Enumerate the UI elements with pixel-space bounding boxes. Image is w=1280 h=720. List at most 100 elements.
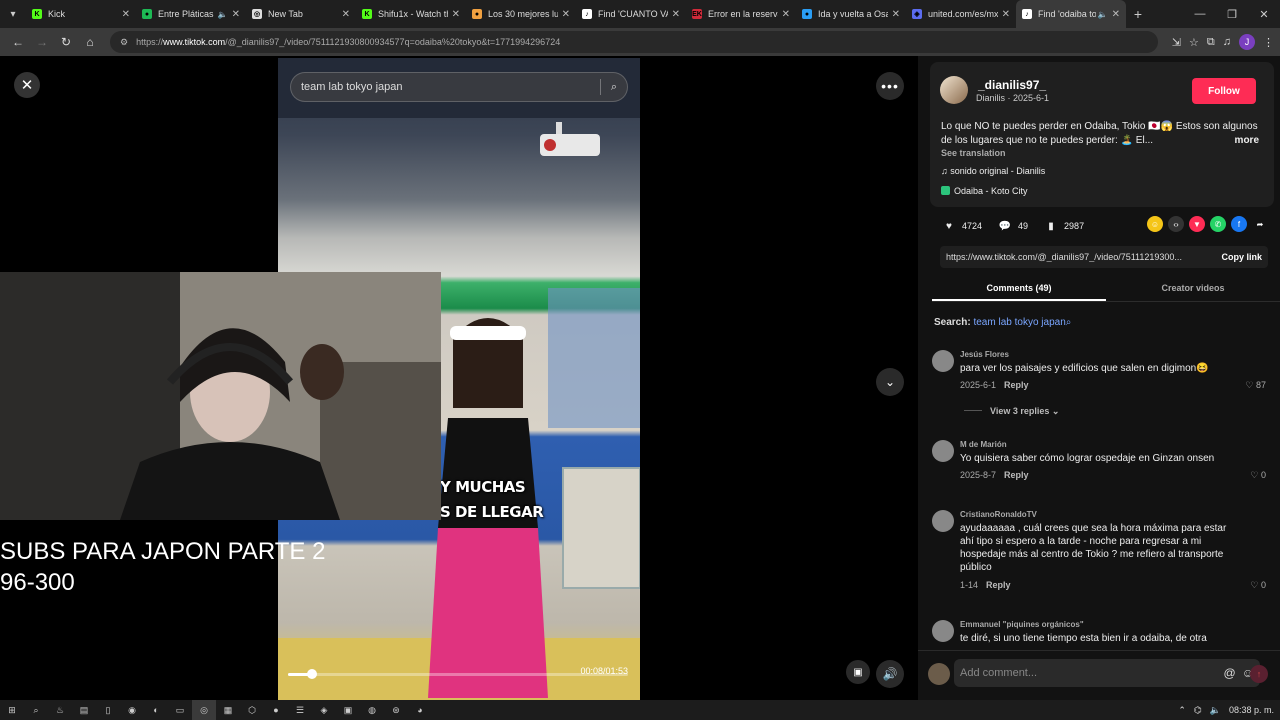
commenter-avatar[interactable]: [932, 350, 954, 372]
forward-button[interactable]: →: [30, 30, 54, 54]
search-icon[interactable]: ⌕: [611, 81, 617, 94]
new-tab-button[interactable]: +: [1126, 6, 1150, 22]
chrome-icon[interactable]: ◎: [192, 700, 216, 720]
close-tab-icon[interactable]: ✕: [342, 9, 350, 20]
close-tab-icon[interactable]: ✕: [892, 9, 900, 20]
creator-avatar[interactable]: [940, 76, 968, 104]
profile-avatar[interactable]: J: [1239, 34, 1255, 50]
seek-handle[interactable]: [306, 669, 317, 679]
extensions-icon[interactable]: ⧉: [1207, 36, 1215, 49]
follow-button[interactable]: Follow: [1192, 78, 1256, 104]
whatsapp-icon[interactable]: ✆: [1210, 216, 1226, 232]
tray-chevron-icon[interactable]: ⌃: [1178, 705, 1186, 716]
app-icon[interactable]: ◕: [408, 700, 432, 720]
post-comment-button[interactable]: ↑: [1250, 665, 1268, 683]
mention-icon[interactable]: @: [1224, 666, 1236, 680]
app-icon[interactable]: ▤: [72, 700, 96, 720]
repost-icon[interactable]: ☺: [1147, 216, 1163, 232]
copy-link-button[interactable]: Copy link: [1221, 252, 1262, 262]
reload-button[interactable]: ↻: [54, 30, 78, 54]
app-icon[interactable]: ⬡: [240, 700, 264, 720]
start-icon[interactable]: ⊞: [0, 700, 24, 720]
commenter-avatar[interactable]: [932, 620, 954, 642]
browser-tab[interactable]: ● Los 30 mejores lu ✕: [466, 0, 576, 28]
url-field[interactable]: ⚙ https://www.tiktok.com/@_dianilis97_/v…: [110, 31, 1158, 53]
file-icon[interactable]: ▯: [96, 700, 120, 720]
volume-button[interactable]: 🔊: [876, 660, 904, 688]
tab-search-button[interactable]: ▾: [0, 0, 26, 28]
commenter-name[interactable]: M de Marión: [960, 440, 1007, 449]
next-video-button[interactable]: ⌄: [876, 368, 904, 396]
site-info-icon[interactable]: ⚙: [120, 37, 128, 48]
browser-tab[interactable]: ● Entre Pláticas 🔈 ✕: [136, 0, 246, 28]
app-icon[interactable]: ●: [264, 700, 288, 720]
browser-tab[interactable]: EK Error en la reserva ✕: [686, 0, 796, 28]
discord-icon[interactable]: ◐: [144, 700, 168, 720]
bookmark-icon[interactable]: ▮: [1042, 217, 1060, 235]
close-tab-icon[interactable]: ✕: [672, 9, 680, 20]
commenter-name[interactable]: CristianoRonaldoTV: [960, 510, 1037, 519]
comment-like[interactable]: ♡ 0: [1250, 580, 1266, 591]
clock[interactable]: 08:38 p. m.: [1229, 705, 1274, 715]
comment-icon[interactable]: 💬: [996, 217, 1014, 235]
send-to-friend-icon[interactable]: ▼: [1189, 216, 1205, 232]
media-control-icon[interactable]: ♫: [1223, 36, 1231, 48]
commenter-name[interactable]: Jesús Flores: [960, 350, 1009, 359]
browser-tab[interactable]: ♪ Find 'CUANTO VA ✕: [576, 0, 686, 28]
folder-icon[interactable]: ▭: [168, 700, 192, 720]
restore-button[interactable]: ❐: [1216, 0, 1248, 28]
browser-tab[interactable]: K Shifu1x - Watch the ✕: [356, 0, 466, 28]
app-icon[interactable]: ⊛: [384, 700, 408, 720]
commenter-name[interactable]: Emmanuel "piquines orgánicos": [960, 620, 1084, 629]
browser-menu-icon[interactable]: ⋮: [1263, 36, 1274, 49]
close-tab-icon[interactable]: ✕: [232, 9, 240, 20]
edge-icon[interactable]: ◉: [120, 700, 144, 720]
view-replies-button[interactable]: View 3 replies ⌄: [964, 406, 1059, 417]
browser-tab[interactable]: K Kick ✕: [26, 0, 136, 28]
location-link[interactable]: Odaiba - Koto City: [941, 186, 1028, 196]
picture-in-picture-button[interactable]: ▣: [846, 660, 870, 684]
close-window-button[interactable]: ✕: [1248, 0, 1280, 28]
search-icon[interactable]: ⌕: [24, 700, 48, 720]
share-arrow-icon[interactable]: ➦: [1252, 216, 1268, 232]
tab-comments[interactable]: Comments (49): [932, 278, 1106, 301]
facebook-icon[interactable]: f: [1231, 216, 1247, 232]
minimize-button[interactable]: —: [1184, 0, 1216, 28]
browser-tab[interactable]: ● Ida y vuelta a Osa ✕: [796, 0, 906, 28]
like-icon[interactable]: ♥: [940, 217, 958, 235]
creator-username[interactable]: _dianilis97_: [978, 78, 1046, 92]
tab-audio-icon[interactable]: 🔈: [218, 10, 228, 19]
volume-icon[interactable]: 🔈: [1210, 705, 1221, 716]
close-tab-icon[interactable]: ✕: [562, 9, 570, 20]
commenter-avatar[interactable]: [932, 440, 954, 462]
comment-like[interactable]: ♡ 0: [1250, 470, 1266, 481]
app-icon[interactable]: ☰: [288, 700, 312, 720]
reply-button[interactable]: Reply: [1004, 470, 1029, 480]
close-tab-icon[interactable]: ✕: [1112, 9, 1120, 20]
app-icon[interactable]: ◈: [312, 700, 336, 720]
close-tab-icon[interactable]: ✕: [122, 9, 130, 20]
commenter-avatar[interactable]: [932, 510, 954, 532]
close-video-button[interactable]: ✕: [14, 72, 40, 98]
close-tab-icon[interactable]: ✕: [452, 9, 460, 20]
more-link[interactable]: more: [1235, 134, 1259, 148]
back-button[interactable]: ←: [6, 30, 30, 54]
app-icon[interactable]: ▣: [336, 700, 360, 720]
steam-icon[interactable]: ♨: [48, 700, 72, 720]
see-translation-link[interactable]: See translation: [941, 148, 1006, 158]
network-icon[interactable]: ⌬: [1194, 705, 1202, 716]
video-seek-bar[interactable]: [288, 669, 628, 679]
close-tab-icon[interactable]: ✕: [782, 9, 790, 20]
more-options-button[interactable]: •••: [876, 72, 904, 100]
sound-link[interactable]: ♫ sonido original - Dianilis: [941, 166, 1045, 176]
related-search-term[interactable]: team lab tokyo japan: [973, 317, 1065, 328]
tab-creator-videos[interactable]: Creator videos: [1106, 278, 1280, 301]
reply-button[interactable]: Reply: [1004, 380, 1029, 390]
home-button[interactable]: ⌂: [78, 30, 102, 54]
comment-input[interactable]: Add comment... @ ☺: [954, 659, 1260, 687]
tab-audio-icon[interactable]: 🔈: [1098, 10, 1108, 19]
comment-like[interactable]: ♡ 87: [1245, 380, 1266, 391]
browser-tab[interactable]: ◎ New Tab ✕: [246, 0, 356, 28]
browser-tab[interactable]: ♪ Find 'odaiba tok 🔈 ✕: [1016, 0, 1126, 28]
bookmark-star-icon[interactable]: ☆: [1189, 36, 1199, 49]
